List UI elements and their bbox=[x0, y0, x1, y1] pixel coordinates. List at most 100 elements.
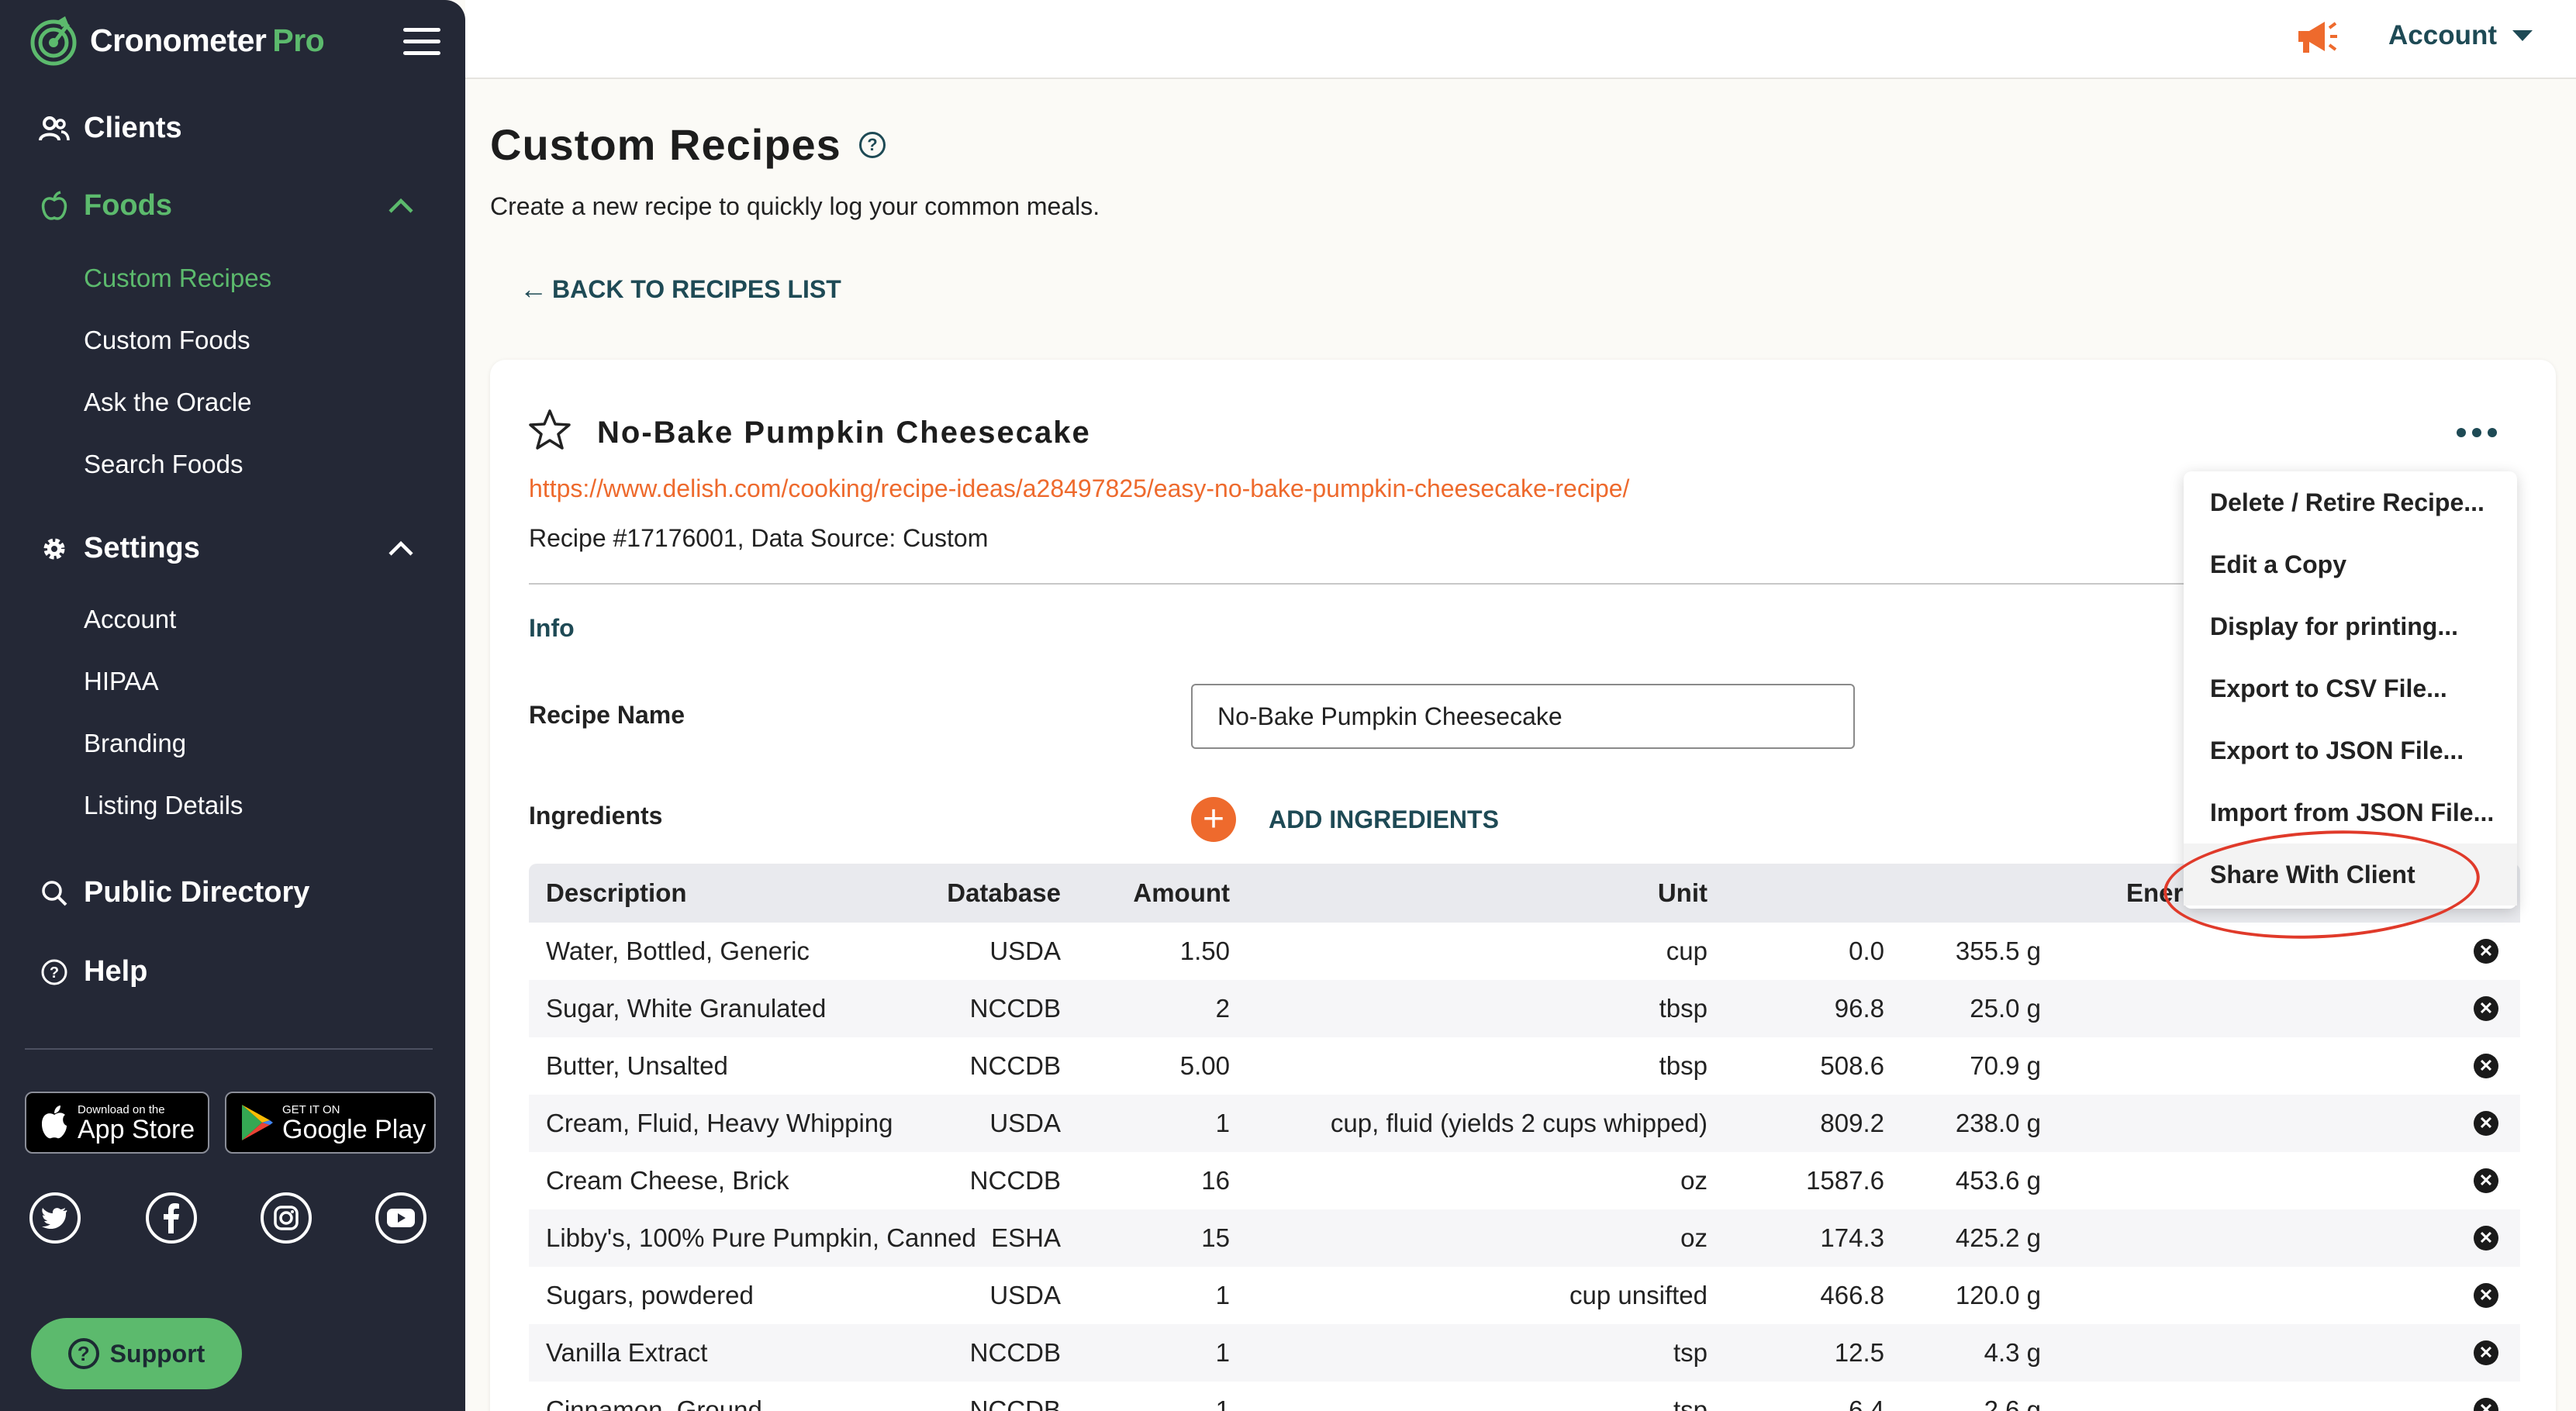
sidebar-item-branding[interactable]: Branding bbox=[84, 729, 186, 758]
table-row[interactable]: Sugar, White Granulated NCCDB 2 tbsp 96.8 25.… bbox=[529, 980, 2520, 1037]
cell-weight: 25.0 g bbox=[1970, 994, 2041, 1023]
sidebar-item-listing-details[interactable]: Listing Details bbox=[84, 791, 243, 820]
account-label: Account bbox=[2388, 20, 2497, 50]
cell-database: NCCDB bbox=[969, 1166, 1061, 1195]
nav-help[interactable]: ? Help bbox=[39, 955, 147, 988]
facebook-icon[interactable] bbox=[146, 1192, 197, 1244]
cell-weight: 2.6 g bbox=[1984, 1395, 2041, 1411]
table-row[interactable]: Libby's, 100% Pure Pumpkin, Canned ESHA 15… bbox=[529, 1209, 2520, 1267]
nav-help-label: Help bbox=[84, 955, 148, 988]
header-amount[interactable]: Amount bbox=[1133, 878, 1230, 908]
recipe-name-input[interactable] bbox=[1191, 684, 1855, 749]
sidebar-item-account[interactable]: Account bbox=[84, 605, 176, 634]
help-circle-icon: ? bbox=[39, 957, 70, 988]
remove-ingredient-icon[interactable]: ✕ bbox=[2474, 1054, 2498, 1078]
menu-item-share-with-client[interactable]: Share With Client bbox=[2210, 861, 2415, 889]
remove-ingredient-icon[interactable]: ✕ bbox=[2474, 1226, 2498, 1251]
support-button[interactable]: ? Support bbox=[31, 1318, 242, 1389]
sidebar: Cronometer Pro Clients Foods Custom Recip… bbox=[0, 0, 465, 1411]
cell-weight: 425.2 g bbox=[1955, 1223, 2041, 1252]
recipe-name-label: Recipe Name bbox=[529, 701, 685, 729]
account-menu[interactable]: Account bbox=[2388, 20, 2533, 51]
cell-energy: 508.6 bbox=[1820, 1051, 1884, 1080]
nav-public-directory-label: Public Directory bbox=[84, 876, 310, 909]
cell-unit: cup bbox=[1666, 937, 1708, 965]
header-unit[interactable]: Unit bbox=[1658, 878, 1708, 908]
recipe-source-link[interactable]: https://www.delish.com/cooking/recipe-id… bbox=[529, 474, 1629, 503]
back-to-recipes-label: BACK TO RECIPES LIST bbox=[552, 274, 841, 303]
more-options-icon[interactable] bbox=[2457, 428, 2497, 437]
instagram-icon[interactable] bbox=[261, 1192, 312, 1244]
table-row[interactable]: Cream Cheese, Brick NCCDB 16 oz 1587.6 453.6 … bbox=[529, 1152, 2520, 1209]
brand-name: Cronometer Pro bbox=[90, 22, 325, 58]
cell-energy: 0.0 bbox=[1849, 937, 1884, 965]
nav-settings-label: Settings bbox=[84, 532, 200, 564]
app-store-small-text: Download on the bbox=[78, 1102, 165, 1116]
app-store-big-text: App Store bbox=[78, 1114, 195, 1144]
sidebar-item-custom-recipes[interactable]: Custom Recipes bbox=[84, 264, 271, 293]
menu-item-edit-copy[interactable]: Edit a Copy bbox=[2210, 550, 2346, 579]
nav-public-directory[interactable]: Public Directory bbox=[39, 876, 309, 909]
chevron-up-icon[interactable] bbox=[388, 540, 414, 557]
menu-item-export-csv[interactable]: Export to CSV File... bbox=[2210, 674, 2447, 703]
plus-icon: + bbox=[1191, 797, 1236, 842]
cell-weight: 355.5 g bbox=[1955, 937, 2041, 965]
google-play-big-text: Google Play bbox=[282, 1114, 426, 1144]
arrow-left-icon: ← bbox=[520, 273, 547, 305]
menu-item-display-printing[interactable]: Display for printing... bbox=[2210, 612, 2458, 641]
cell-unit: cup unsifted bbox=[1569, 1281, 1708, 1309]
table-row[interactable]: Butter, Unsalted NCCDB 5.00 tbsp 508.6 70.9 g… bbox=[529, 1037, 2520, 1095]
remove-ingredient-icon[interactable]: ✕ bbox=[2474, 939, 2498, 964]
menu-item-export-json[interactable]: Export to JSON File... bbox=[2210, 737, 2464, 765]
remove-ingredient-icon[interactable]: ✕ bbox=[2474, 1398, 2498, 1411]
twitter-icon[interactable] bbox=[29, 1192, 81, 1244]
cell-energy: 809.2 bbox=[1820, 1109, 1884, 1137]
menu-item-delete-retire[interactable]: Delete / Retire Recipe... bbox=[2210, 488, 2484, 517]
apple-icon bbox=[39, 190, 70, 222]
nav-settings[interactable]: Settings bbox=[39, 532, 200, 565]
cell-amount: 1 bbox=[1215, 1281, 1230, 1309]
cell-database: NCCDB bbox=[969, 994, 1061, 1023]
sidebar-item-search-foods[interactable]: Search Foods bbox=[84, 450, 243, 479]
megaphone-icon[interactable] bbox=[2294, 17, 2339, 56]
add-ingredients-button[interactable]: + ADD INGREDIENTS bbox=[1191, 797, 1499, 842]
section-divider bbox=[529, 583, 2188, 585]
google-play-button[interactable]: GET IT ON Google Play bbox=[225, 1092, 436, 1154]
nav-foods[interactable]: Foods bbox=[39, 189, 172, 223]
add-ingredients-label: ADD INGREDIENTS bbox=[1269, 805, 1499, 833]
nav-clients[interactable]: Clients bbox=[39, 112, 182, 145]
support-label: Support bbox=[109, 1339, 205, 1368]
youtube-icon[interactable] bbox=[375, 1192, 426, 1244]
remove-ingredient-icon[interactable]: ✕ bbox=[2474, 1283, 2498, 1308]
sidebar-item-custom-foods[interactable]: Custom Foods bbox=[84, 326, 250, 355]
recipe-meta: Recipe #17176001, Data Source: Custom bbox=[529, 524, 989, 552]
sidebar-item-hipaa[interactable]: HIPAA bbox=[84, 667, 159, 696]
remove-ingredient-icon[interactable]: ✕ bbox=[2474, 996, 2498, 1021]
header-description[interactable]: Description bbox=[546, 878, 687, 908]
svg-text:?: ? bbox=[50, 964, 59, 981]
help-icon[interactable]: ? bbox=[859, 132, 886, 158]
brand-logo[interactable]: Cronometer Pro bbox=[28, 12, 325, 68]
remove-ingredient-icon[interactable]: ✕ bbox=[2474, 1168, 2498, 1193]
cell-weight: 4.3 g bbox=[1984, 1338, 2041, 1367]
hamburger-menu-icon[interactable] bbox=[403, 28, 440, 56]
table-row[interactable]: Cream, Fluid, Heavy Whipping USDA 1 cup, fl… bbox=[529, 1095, 2520, 1152]
sidebar-item-ask-the-oracle[interactable]: Ask the Oracle bbox=[84, 388, 251, 417]
menu-item-import-json[interactable]: Import from JSON File... bbox=[2210, 799, 2494, 827]
table-row[interactable]: Cinnamon, Ground NCCDB 1 tsp 6.4 2.6 g ✕ bbox=[529, 1382, 2520, 1411]
header-database[interactable]: Database bbox=[947, 878, 1061, 908]
remove-ingredient-icon[interactable]: ✕ bbox=[2474, 1340, 2498, 1365]
app-store-button[interactable]: Download on the App Store bbox=[25, 1092, 209, 1154]
star-icon[interactable] bbox=[527, 408, 572, 453]
table-row[interactable]: Sugars, powdered USDA 1 cup unsifted 466.8 12… bbox=[529, 1267, 2520, 1324]
caret-down-icon bbox=[2512, 30, 2533, 41]
cell-weight: 238.0 g bbox=[1955, 1109, 2041, 1137]
back-to-recipes-link[interactable]: ← BACK TO RECIPES LIST bbox=[520, 273, 841, 305]
chevron-up-icon[interactable] bbox=[388, 197, 414, 214]
cell-database: NCCDB bbox=[969, 1051, 1061, 1080]
cell-database: USDA bbox=[989, 937, 1061, 965]
cronometer-logo-icon bbox=[30, 16, 77, 66]
remove-ingredient-icon[interactable]: ✕ bbox=[2474, 1111, 2498, 1136]
table-row[interactable]: Water, Bottled, Generic USDA 1.50 cup 0.0 355… bbox=[529, 923, 2520, 980]
table-row[interactable]: Vanilla Extract NCCDB 1 tsp 12.5 4.3 g ✕ bbox=[529, 1324, 2520, 1382]
